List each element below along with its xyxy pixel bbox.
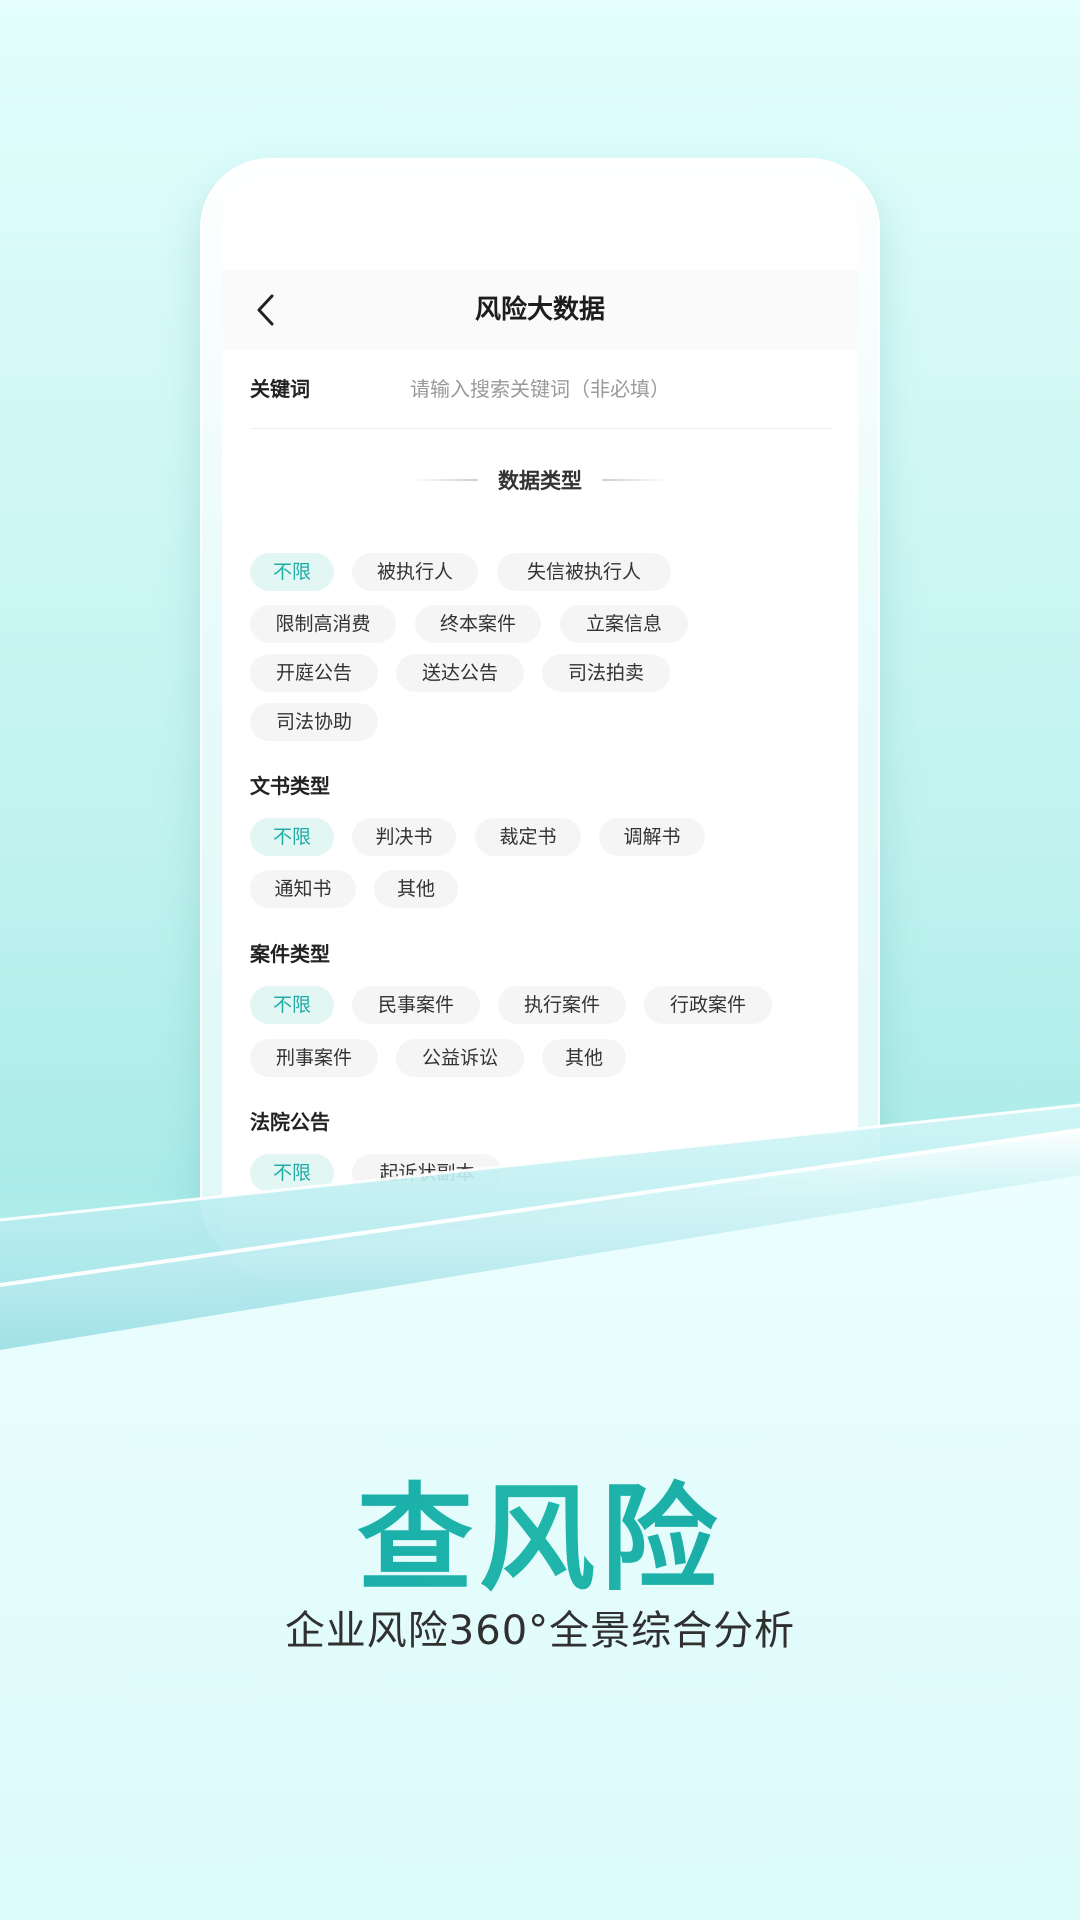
section-divider-right	[602, 479, 668, 481]
data-type-tag-consumption-restriction[interactable]: 限制高消费	[250, 605, 396, 643]
case-type-tag-execution[interactable]: 执行案件	[498, 986, 626, 1024]
data-type-tag-dishonest-executed-person[interactable]: 失信被执行人	[497, 553, 671, 591]
court-notice-label: 法院公告	[250, 1110, 330, 1134]
phone-mockup: 风险大数据 关键词 数据类型 不限 被执行人 失信被执行人 限制高消费 终本案件…	[200, 158, 880, 1280]
data-type-tag-service-notice[interactable]: 送达公告	[396, 654, 524, 692]
section-divider-left	[412, 479, 478, 481]
document-type-label: 文书类型	[250, 774, 330, 798]
promo-subtitle: 企业风险360°全景综合分析	[284, 1608, 796, 1654]
court-notice-tag-unlimited[interactable]: 不限	[250, 1154, 334, 1192]
data-type-tag-hearing-notice[interactable]: 开庭公告	[250, 654, 378, 692]
document-type-tag-judgment[interactable]: 判决书	[352, 818, 456, 856]
phone-screen: 风险大数据 关键词 数据类型 不限 被执行人 失信被执行人 限制高消费 终本案件…	[222, 180, 858, 1280]
case-type-tag-public-interest[interactable]: 公益诉讼	[396, 1039, 524, 1077]
data-type-tag-terminated-case[interactable]: 终本案件	[415, 605, 541, 643]
case-type-tag-criminal[interactable]: 刑事案件	[250, 1039, 378, 1077]
data-type-tag-filing-info[interactable]: 立案信息	[560, 605, 688, 643]
data-type-tag-executed-person[interactable]: 被执行人	[352, 553, 478, 591]
data-type-tag-judicial-assistance[interactable]: 司法协助	[250, 703, 378, 741]
keyword-row: 关键词	[250, 350, 832, 429]
data-type-tag-unlimited[interactable]: 不限	[250, 553, 334, 591]
data-type-section-title: 数据类型	[498, 469, 582, 493]
keyword-label: 关键词	[250, 377, 310, 401]
document-type-tag-mediation[interactable]: 调解书	[599, 818, 705, 856]
chevron-left-icon	[257, 294, 274, 326]
data-type-tag-judicial-auction[interactable]: 司法拍卖	[542, 654, 670, 692]
page-title: 风险大数据	[474, 295, 605, 325]
case-type-tag-administrative[interactable]: 行政案件	[644, 986, 772, 1024]
court-notice-tag-complaint-copy[interactable]: 起诉状副本	[352, 1154, 502, 1192]
document-type-tag-ruling[interactable]: 裁定书	[475, 818, 581, 856]
case-type-label: 案件类型	[250, 942, 330, 966]
document-type-tag-notice[interactable]: 通知书	[250, 870, 356, 908]
document-type-tag-other[interactable]: 其他	[374, 870, 458, 908]
case-type-tag-unlimited[interactable]: 不限	[250, 986, 334, 1024]
data-type-section-header: 数据类型	[222, 460, 858, 500]
promo-title: 查风险	[0, 1445, 1080, 1613]
case-type-tag-civil[interactable]: 民事案件	[352, 986, 480, 1024]
keyword-search-input[interactable]	[410, 368, 830, 410]
back-button[interactable]	[246, 290, 286, 330]
case-type-tag-other[interactable]: 其他	[542, 1039, 626, 1077]
document-type-tag-unlimited[interactable]: 不限	[250, 818, 334, 856]
top-navigation-bar: 风险大数据	[222, 270, 858, 350]
